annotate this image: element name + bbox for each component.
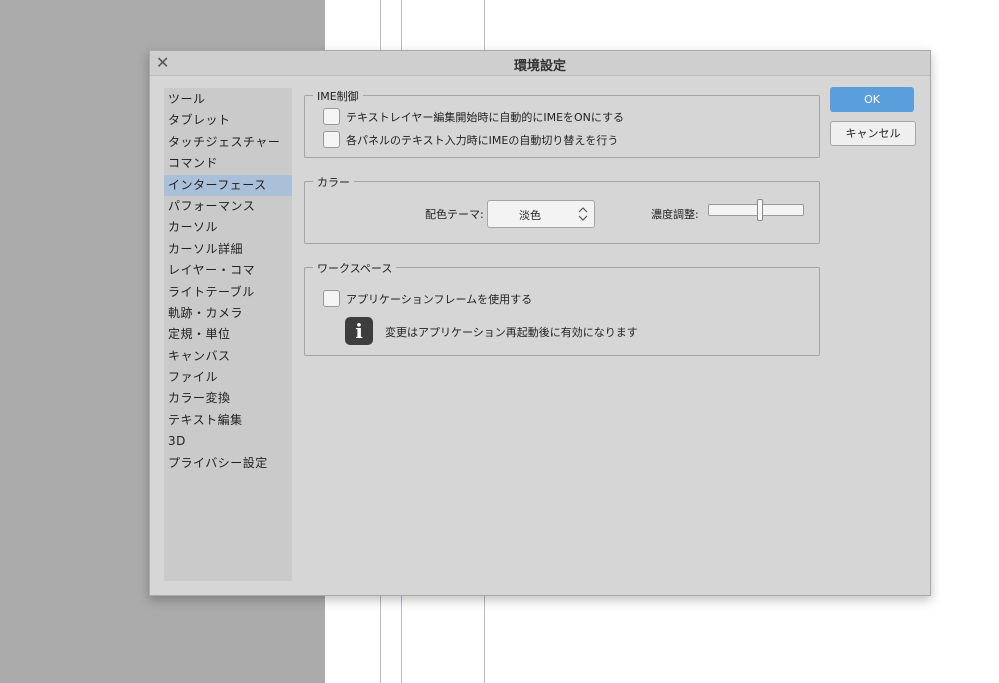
density-label: 濃度調整: — [651, 208, 699, 221]
dialog-title: 環境設定 — [513, 59, 566, 74]
theme-select[interactable]: 淡色 — [487, 200, 595, 228]
sidebar-item[interactable]: ライトテーブル — [164, 282, 292, 303]
sidebar-item[interactable]: コマンド — [164, 153, 292, 174]
checkbox-label: アプリケーションフレームを使用する — [346, 293, 533, 306]
sidebar-item[interactable]: レイヤー・コマ — [164, 260, 292, 281]
category-sidebar: ツール タブレット タッチジェスチャー コマンド インターフェース パフォーマンス カーソル… — [164, 88, 292, 581]
preferences-dialog: ✕ 環境設定 ツール タブレット タッチジェスチャー コマンド インターフェース パフォー… — [149, 50, 931, 596]
sidebar-item[interactable]: パフォーマンス — [164, 196, 292, 217]
checkbox-label: 各パネルのテキスト入力時にIMEの自動切り替えを行う — [346, 134, 619, 147]
info-icon: i — [345, 317, 373, 345]
group-label: カラー — [313, 174, 354, 190]
checkbox-label: テキストレイヤー編集開始時に自動的にIMEをONにする — [346, 111, 625, 124]
density-slider-thumb[interactable] — [756, 199, 763, 221]
sidebar-item[interactable]: プライバシー設定 — [164, 453, 292, 474]
sidebar-item[interactable]: カーソル詳細 — [164, 239, 292, 260]
ime-auto-on-checkbox[interactable] — [323, 108, 340, 125]
cancel-button[interactable]: キャンセル — [830, 121, 916, 146]
sidebar-item[interactable]: 軌跡・カメラ — [164, 303, 292, 324]
info-message: 変更はアプリケーション再起動後に有効になります — [385, 326, 638, 339]
sidebar-item[interactable]: ツール — [164, 89, 292, 110]
sidebar-item[interactable]: 3D — [164, 431, 292, 452]
theme-value: 淡色 — [519, 209, 541, 222]
group-label: IME制御 — [313, 88, 363, 104]
ime-auto-switch-checkbox[interactable] — [323, 131, 340, 148]
sidebar-item[interactable]: 定規・単位 — [164, 324, 292, 345]
sidebar-item[interactable]: インターフェース — [164, 174, 292, 196]
sidebar-item[interactable]: カラー変換 — [164, 388, 292, 409]
app-frame-checkbox[interactable] — [323, 290, 340, 307]
theme-label: 配色テーマ: — [425, 208, 484, 221]
workspace-group: ワークスペース アプリケーションフレームを使用する i 変更はアプリケーション再… — [304, 260, 820, 356]
title-bar[interactable]: ✕ 環境設定 — [150, 51, 930, 76]
sidebar-item[interactable]: キャンバス — [164, 346, 292, 367]
group-label: ワークスペース — [313, 260, 397, 276]
ime-control-group: IME制御 テキストレイヤー編集開始時に自動的にIMEをONにする 各パネルのテ… — [304, 88, 820, 158]
color-group: カラー 配色テーマ: 淡色 濃度調整: — [304, 174, 820, 244]
sidebar-item[interactable]: ファイル — [164, 367, 292, 388]
sidebar-item[interactable]: カーソル — [164, 217, 292, 238]
sidebar-item[interactable]: テキスト編集 — [164, 410, 292, 431]
chevron-updown-icon — [578, 207, 588, 221]
sidebar-item[interactable]: タブレット — [164, 110, 292, 131]
sidebar-item[interactable]: タッチジェスチャー — [164, 132, 292, 153]
ok-button[interactable]: OK — [830, 87, 914, 112]
